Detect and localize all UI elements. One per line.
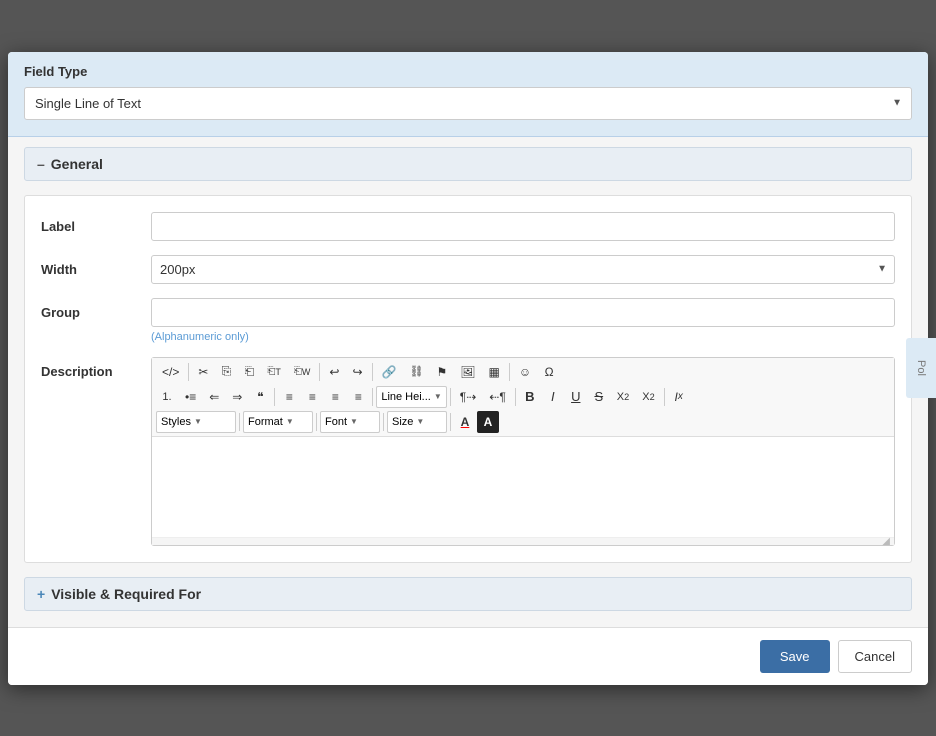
blockquote-button[interactable]: ❝ (249, 386, 271, 408)
separator-6 (372, 388, 373, 406)
toolbar-row-3: Styles Format Font (156, 411, 890, 433)
width-select-wrapper: 100px 150px 200px 250px 300px 400px 500p… (151, 255, 895, 284)
field-type-select-wrapper: Single Line of Text Multi Line of Text N… (24, 87, 912, 120)
visible-section-title: Visible & Required For (51, 586, 201, 602)
separator-4 (509, 363, 510, 381)
styles-label: Styles (161, 416, 191, 428)
field-type-section: Field Type Single Line of Text Multi Lin… (8, 52, 928, 137)
label-row: Label (41, 212, 895, 241)
emoji-button[interactable]: ☺ (513, 361, 537, 383)
styles-dropdown[interactable]: Styles (156, 411, 236, 433)
separator-7 (450, 388, 451, 406)
align-right-button[interactable]: ≡ (324, 386, 346, 408)
italic-button[interactable]: I (542, 386, 564, 408)
separator-12 (383, 413, 384, 431)
editor-content-area[interactable] (152, 437, 894, 537)
superscript-button[interactable]: X2 (636, 386, 660, 408)
separator-13 (450, 413, 451, 431)
body-content: – General Label Width (8, 137, 928, 627)
toolbar-row-2: 1. •≡ ⇐ ⇒ ❝ ≡ ≡ ≡ ≡ (156, 386, 890, 408)
separator-3 (372, 363, 373, 381)
indent-decrease-button[interactable]: ⇐ (203, 386, 225, 408)
copy-button[interactable]: ⎘ (215, 361, 237, 383)
modal-dialog: Field Type Single Line of Text Multi Lin… (8, 52, 928, 685)
label-field-label: Label (41, 212, 151, 234)
group-row: Group (Alphanumeric only) (41, 298, 895, 343)
image-button[interactable]: 🖼 (454, 361, 481, 383)
format-label: Format (248, 416, 283, 428)
font-color-button[interactable]: A (454, 411, 476, 433)
rtl-button[interactable]: ⇠¶ (483, 386, 512, 408)
width-select[interactable]: 100px 150px 200px 250px 300px 400px 500p… (151, 255, 895, 284)
width-field-label: Width (41, 255, 151, 277)
font-label: Font (325, 416, 347, 428)
ordered-list-button[interactable]: 1. (156, 386, 178, 408)
subscript-button[interactable]: X2 (611, 386, 635, 408)
editor-resize-handle[interactable] (152, 537, 894, 545)
align-justify-button[interactable]: ≡ (347, 386, 369, 408)
unordered-list-button[interactable]: •≡ (179, 386, 202, 408)
modal-footer: Save Cancel (8, 627, 928, 685)
visible-section-toggle: + (37, 586, 45, 602)
separator-1 (188, 363, 189, 381)
font-dropdown[interactable]: Font (320, 411, 380, 433)
label-field-control (151, 212, 895, 241)
visible-section-header[interactable]: + Visible & Required For (24, 577, 912, 611)
label-input[interactable] (151, 212, 895, 241)
group-input[interactable] (151, 298, 895, 327)
separator-8 (515, 388, 516, 406)
separator-5 (274, 388, 275, 406)
paste-word-button[interactable]: ⎗W (288, 361, 317, 383)
link-button[interactable]: 🔗 (376, 361, 403, 383)
general-section-toggle[interactable]: – (37, 156, 45, 172)
separator-11 (316, 413, 317, 431)
description-field-control: </> ✂ ⎘ ⎗ ⎗T ⎗W ↩ ↪ (151, 357, 895, 546)
undo-button[interactable]: ↩ (323, 361, 345, 383)
toolbar-row-1: </> ✂ ⎘ ⎗ ⎗T ⎗W ↩ ↪ (156, 361, 890, 383)
group-field-control: (Alphanumeric only) (151, 298, 895, 343)
paste-text-button[interactable]: ⎗T (261, 361, 287, 383)
clear-format-button[interactable]: Ix (668, 386, 690, 408)
bold-button[interactable]: B (519, 386, 541, 408)
underline-button[interactable]: U (565, 386, 587, 408)
unlink-button[interactable]: ⛓ (404, 361, 430, 383)
group-field-label: Group (41, 298, 151, 320)
source-code-button[interactable]: </> (156, 361, 185, 383)
description-row: Description </> ✂ ⎘ ⎗ (41, 357, 895, 546)
field-type-select[interactable]: Single Line of Text Multi Line of Text N… (24, 87, 912, 120)
table-button[interactable]: ▦ (482, 361, 505, 383)
separator-10 (239, 413, 240, 431)
save-button[interactable]: Save (760, 640, 830, 673)
indent-increase-button[interactable]: ⇒ (226, 386, 248, 408)
highlight-button[interactable]: A (477, 411, 499, 433)
editor-toolbar: </> ✂ ⎘ ⎗ ⎗T ⎗W ↩ ↪ (152, 358, 894, 437)
right-edge-partial: Pol (906, 338, 936, 398)
flag-button[interactable]: ⚑ (430, 361, 453, 383)
width-field-control: 100px 150px 200px 250px 300px 400px 500p… (151, 255, 895, 284)
align-left-button[interactable]: ≡ (278, 386, 300, 408)
general-form: Label Width 100px 150px 200px (24, 195, 912, 563)
rich-text-editor: </> ✂ ⎘ ⎗ ⎗T ⎗W ↩ ↪ (151, 357, 895, 546)
general-section-title: General (51, 156, 103, 172)
width-row: Width 100px 150px 200px 250px 300px 400p… (41, 255, 895, 284)
group-helper-text: (Alphanumeric only) (151, 331, 895, 343)
strikethrough-button[interactable]: S (588, 386, 610, 408)
redo-button[interactable]: ↪ (346, 361, 368, 383)
format-dropdown[interactable]: Format (243, 411, 313, 433)
description-field-label: Description (41, 357, 151, 379)
cancel-button[interactable]: Cancel (838, 640, 912, 673)
size-dropdown[interactable]: Size (387, 411, 447, 433)
general-section-header: – General (24, 147, 912, 181)
special-char-button[interactable]: Ω (538, 361, 560, 383)
paste-button[interactable]: ⎗ (238, 361, 260, 383)
ltr-button[interactable]: ¶⇢ (454, 386, 483, 408)
cut-button[interactable]: ✂ (192, 361, 214, 383)
field-type-label: Field Type (24, 64, 912, 79)
align-center-button[interactable]: ≡ (301, 386, 323, 408)
separator-2 (319, 363, 320, 381)
line-height-dropdown[interactable]: Line Hei... (376, 386, 446, 408)
size-label: Size (392, 416, 413, 428)
separator-9 (664, 388, 665, 406)
